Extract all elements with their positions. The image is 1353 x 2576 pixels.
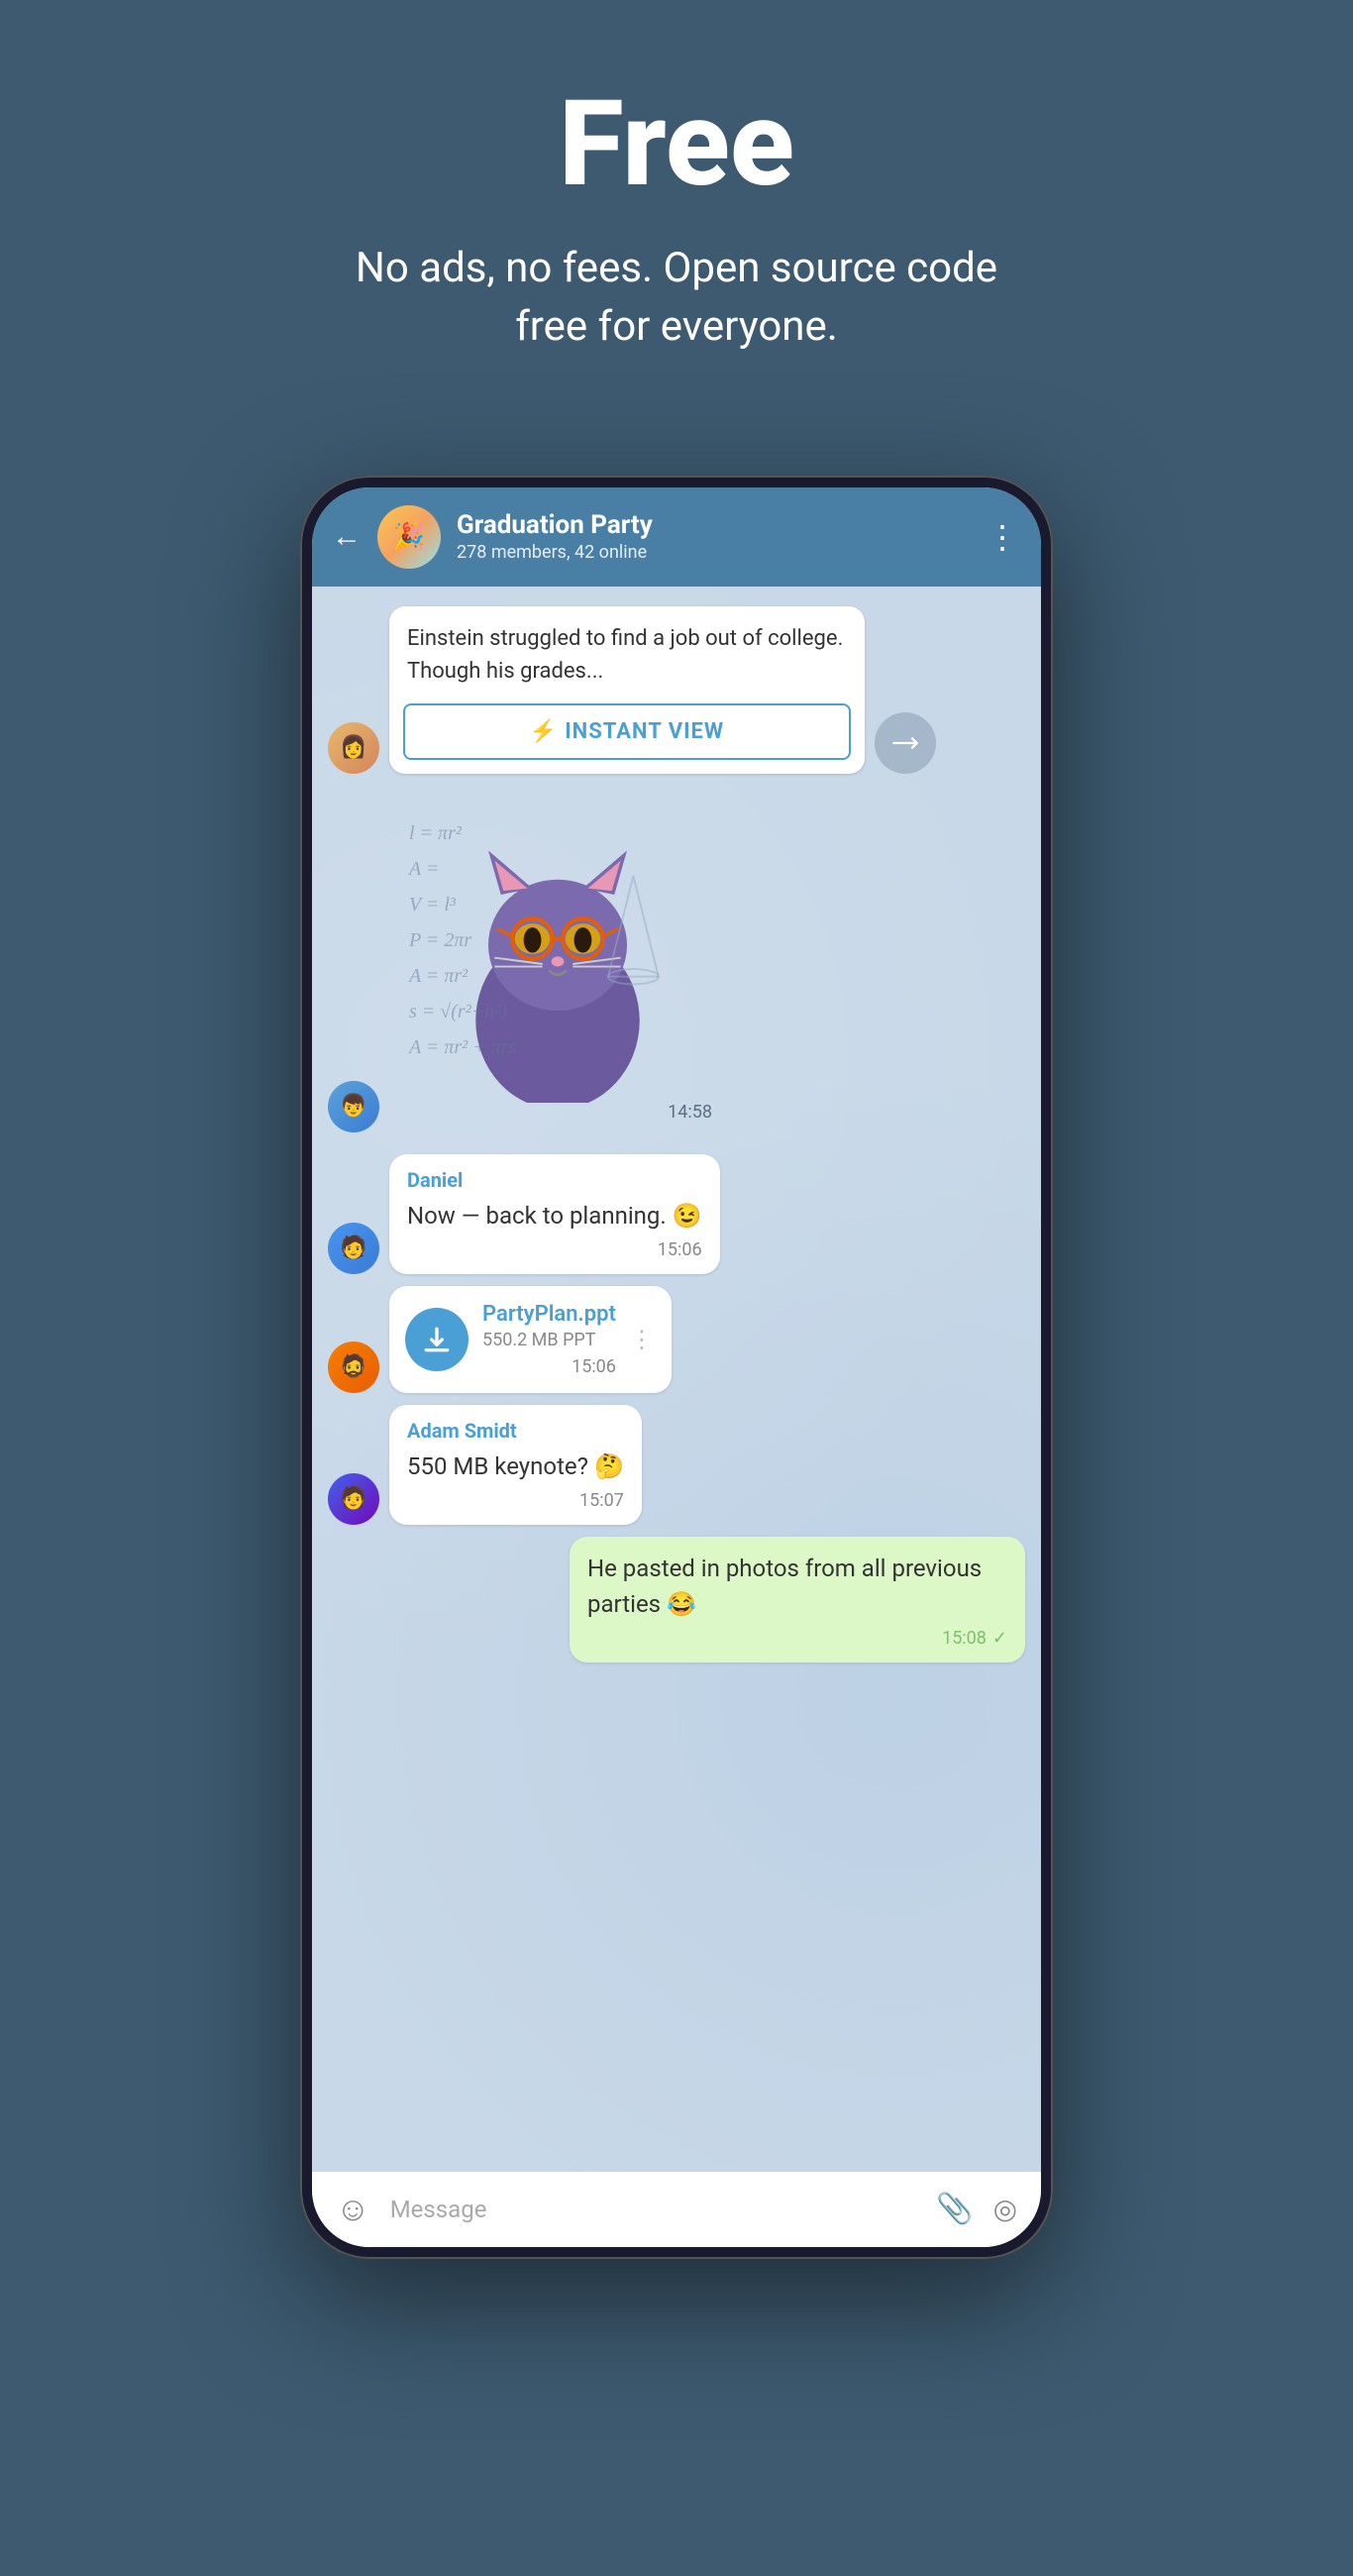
file-message-row: 🧔 PartyPlan.ppt 550.2 MB PPT bbox=[328, 1286, 1025, 1393]
camera-button[interactable]: ◎ bbox=[993, 2193, 1017, 2225]
adam-footer: 15:07 bbox=[407, 1490, 624, 1511]
phone-mockup: ← 🎉 Graduation Party 278 members, 42 onl… bbox=[300, 476, 1053, 2259]
download-button[interactable] bbox=[405, 1308, 468, 1371]
chat-header: ← 🎉 Graduation Party 278 members, 42 onl… bbox=[312, 487, 1041, 587]
download-icon bbox=[421, 1324, 453, 1355]
file-more-options[interactable]: ⋮ bbox=[630, 1326, 656, 1353]
adam-bubble: Adam Smidt 550 MB keynote? 🤔 15:07 bbox=[389, 1405, 642, 1525]
cat-sticker bbox=[429, 825, 686, 1103]
hero-title: Free bbox=[330, 79, 1023, 210]
attach-button[interactable]: 📎 bbox=[936, 2192, 973, 2226]
input-bar: ☺ Message 📎 ◎ bbox=[312, 2172, 1041, 2247]
sender-avatar-guy1: 👦 bbox=[328, 1081, 379, 1132]
sticker-container: l = πr² A = V = l³ P = 2πr A = πr² s = √… bbox=[389, 796, 726, 1132]
adam-message-row: 🧑 Adam Smidt 550 MB keynote? 🤔 15:07 bbox=[328, 1405, 1025, 1525]
article-bubble: Einstein struggled to find a job out of … bbox=[389, 606, 865, 774]
emoji-button[interactable]: ☺ bbox=[336, 2190, 370, 2229]
file-name: PartyPlan.ppt bbox=[482, 1302, 616, 1327]
message-input[interactable]: Message bbox=[390, 2196, 916, 2223]
file-footer: 15:06 bbox=[482, 1356, 616, 1377]
own-footer: 15:08 ✓ bbox=[587, 1628, 1007, 1649]
more-options-button[interactable]: ⋮ bbox=[987, 518, 1021, 556]
own-time: 15:08 bbox=[942, 1628, 987, 1649]
chat-body: 👩 Einstein struggled to find a job out o… bbox=[312, 587, 1041, 2172]
file-time: 15:06 bbox=[572, 1356, 616, 1377]
chat-info: Graduation Party 278 members, 42 online bbox=[457, 510, 971, 563]
phone-screen: ← 🎉 Graduation Party 278 members, 42 onl… bbox=[312, 487, 1041, 2247]
phone-frame: ← 🎉 Graduation Party 278 members, 42 onl… bbox=[300, 476, 1053, 2259]
adam-time: 15:07 bbox=[579, 1490, 624, 1511]
sticker-row: 👦 l = πr² A = V = l³ P = 2πr A = πr² s =… bbox=[328, 796, 1025, 1132]
checkmark-icon: ✓ bbox=[992, 1628, 1007, 1649]
adam-text: 550 MB keynote? 🤔 bbox=[407, 1449, 624, 1484]
chat-name: Graduation Party bbox=[457, 510, 971, 540]
group-avatar: 🎉 bbox=[377, 505, 441, 569]
article-preview-text: Einstein struggled to find a job out of … bbox=[389, 606, 865, 703]
chat-meta: 278 members, 42 online bbox=[457, 542, 971, 563]
guy2-avatar: 🧔 bbox=[328, 1342, 379, 1393]
avatar-emoji: 🎉 bbox=[377, 505, 441, 569]
own-message-row: He pasted in photos from all previous pa… bbox=[328, 1537, 1025, 1663]
file-info: PartyPlan.ppt 550.2 MB PPT 15:06 bbox=[482, 1302, 616, 1377]
share-button[interactable] bbox=[875, 712, 936, 774]
share-icon bbox=[891, 729, 919, 757]
adam-name: Adam Smidt bbox=[407, 1419, 624, 1443]
sender-avatar-girl: 👩 bbox=[328, 722, 379, 774]
hero-section: Free No ads, no fees. Open source code f… bbox=[310, 0, 1043, 416]
instant-view-label: INSTANT VIEW bbox=[565, 719, 724, 744]
adam-avatar: 🧑 bbox=[328, 1473, 379, 1525]
daniel-footer: 15:06 bbox=[407, 1239, 702, 1260]
daniel-name: Daniel bbox=[407, 1168, 702, 1192]
sticker-time: 14:58 bbox=[668, 1102, 712, 1123]
instant-view-button[interactable]: ⚡ INSTANT VIEW bbox=[403, 703, 851, 760]
daniel-avatar: 🧑 bbox=[328, 1223, 379, 1274]
daniel-text: Now — back to planning. 😉 bbox=[407, 1198, 702, 1234]
own-bubble: He pasted in photos from all previous pa… bbox=[570, 1537, 1025, 1663]
article-bubble-wrapper: Einstein struggled to find a job out of … bbox=[389, 606, 936, 774]
daniel-time: 15:06 bbox=[658, 1239, 702, 1260]
hero-subtitle: No ads, no fees. Open source code free f… bbox=[330, 240, 1023, 357]
daniel-message-row: 🧑 Daniel Now — back to planning. 😉 15:06 bbox=[328, 1154, 1025, 1274]
own-text: He pasted in photos from all previous pa… bbox=[587, 1551, 1007, 1622]
back-button[interactable]: ← bbox=[332, 519, 362, 554]
file-size: 550.2 MB PPT bbox=[482, 1330, 616, 1350]
article-message-row: 👩 Einstein struggled to find a job out o… bbox=[328, 606, 1025, 774]
daniel-bubble: Daniel Now — back to planning. 😉 15:06 bbox=[389, 1154, 720, 1274]
bolt-icon: ⚡ bbox=[530, 719, 557, 744]
file-bubble: PartyPlan.ppt 550.2 MB PPT 15:06 ⋮ bbox=[389, 1286, 672, 1393]
